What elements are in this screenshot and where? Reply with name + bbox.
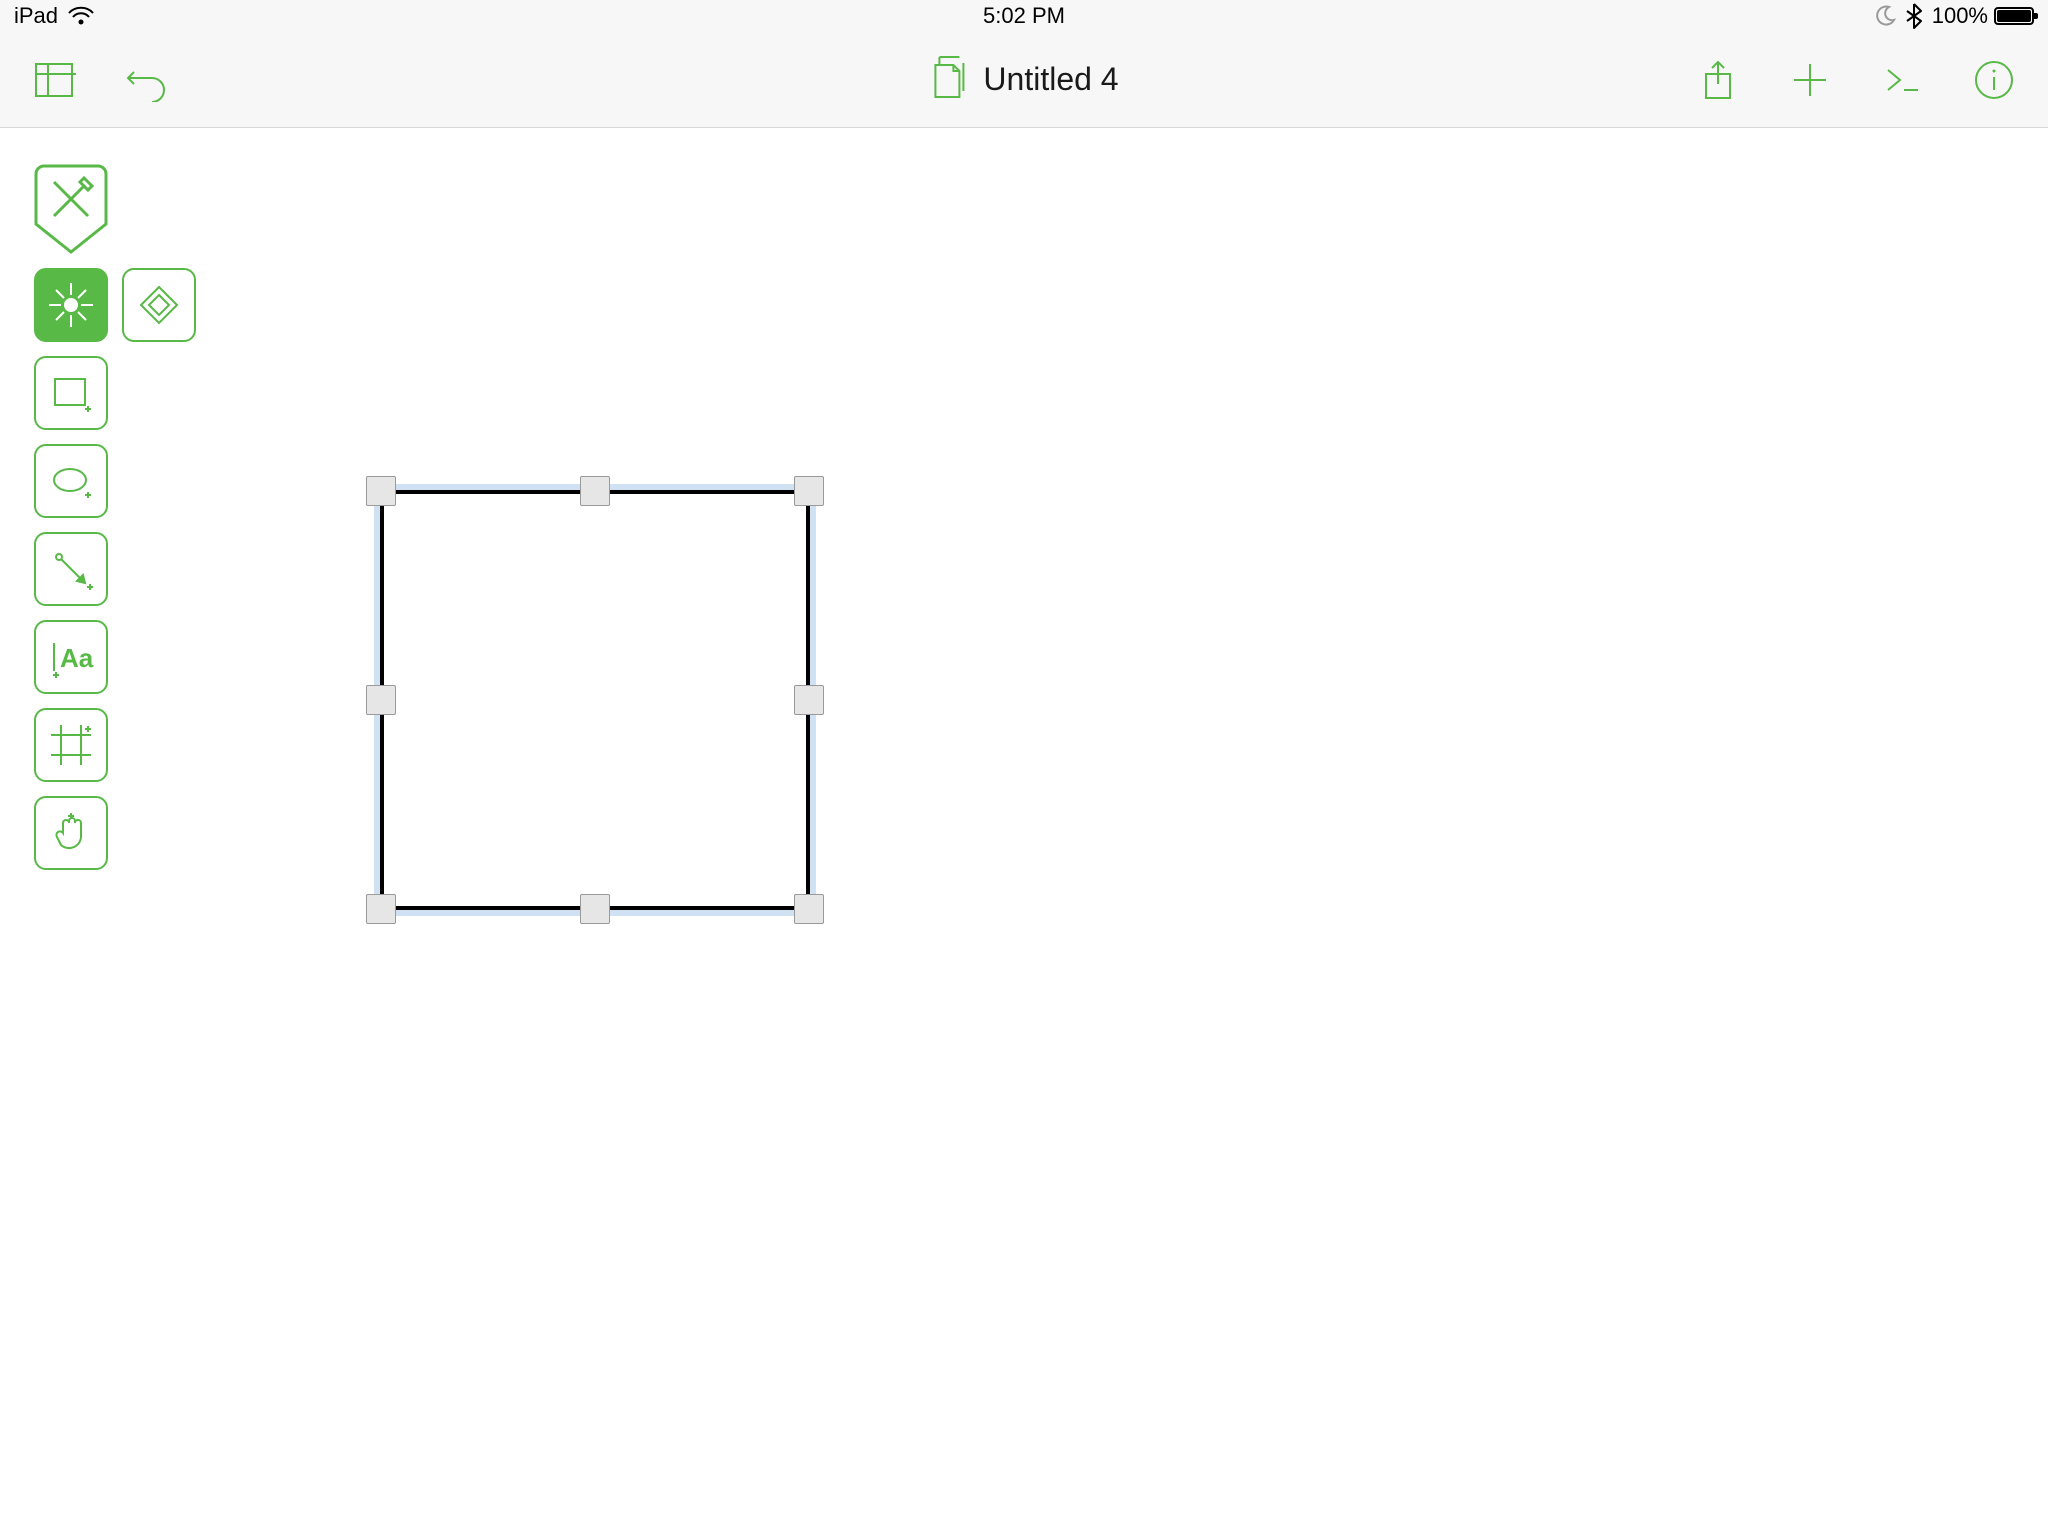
resize-handle-bm[interactable]: [580, 894, 610, 924]
resize-handle-mr[interactable]: [794, 685, 824, 715]
resize-handle-br[interactable]: [794, 894, 824, 924]
battery-percent: 100%: [1932, 3, 1988, 29]
battery-icon: [1994, 7, 2034, 25]
status-bar: iPad 5:02 PM 100%: [0, 0, 2048, 32]
toolbar-left: [28, 54, 172, 106]
info-button[interactable]: [1968, 54, 2020, 106]
document-icon: [929, 55, 969, 104]
rectangle-shape[interactable]: [380, 490, 810, 910]
point-snap-tool-button[interactable]: [122, 268, 196, 342]
bluetooth-icon: [1906, 3, 1922, 29]
svg-text:Aa: Aa: [60, 643, 94, 673]
status-left: iPad: [14, 3, 94, 29]
line-tool-button[interactable]: [34, 532, 108, 606]
resize-handle-tm[interactable]: [580, 476, 610, 506]
artboard-tool-button[interactable]: [34, 708, 108, 782]
rectangle-tool-button[interactable]: [34, 356, 108, 430]
sidebar-toggle-button[interactable]: [28, 54, 80, 106]
ellipse-tool-button[interactable]: [34, 444, 108, 518]
document-title[interactable]: Untitled 4: [983, 61, 1118, 98]
draw-tool-button[interactable]: [34, 164, 108, 254]
canvas[interactable]: [0, 128, 2048, 1536]
tool-panel: Aa: [34, 164, 196, 870]
add-button[interactable]: [1784, 54, 1836, 106]
status-time: 5:02 PM: [983, 3, 1065, 29]
hand-tool-button[interactable]: [34, 796, 108, 870]
resize-handle-bl[interactable]: [366, 894, 396, 924]
share-button[interactable]: [1692, 54, 1744, 106]
text-tool-button[interactable]: Aa: [34, 620, 108, 694]
resize-handle-ml[interactable]: [366, 685, 396, 715]
resize-handle-tl[interactable]: [366, 476, 396, 506]
selected-shape[interactable]: [380, 490, 810, 910]
do-not-disturb-icon: [1874, 5, 1896, 27]
status-right: 100%: [1874, 3, 2034, 29]
toolbar-right: [1692, 54, 2020, 106]
wifi-icon: [68, 6, 94, 26]
console-button[interactable]: [1876, 54, 1928, 106]
battery-indicator: 100%: [1932, 3, 2034, 29]
resize-handle-tr[interactable]: [794, 476, 824, 506]
device-label: iPad: [14, 3, 58, 29]
undo-button[interactable]: [120, 54, 172, 106]
selection-tool-button[interactable]: [34, 268, 108, 342]
toolbar-center: Untitled 4: [929, 55, 1118, 104]
app-toolbar: Untitled 4: [0, 32, 2048, 128]
